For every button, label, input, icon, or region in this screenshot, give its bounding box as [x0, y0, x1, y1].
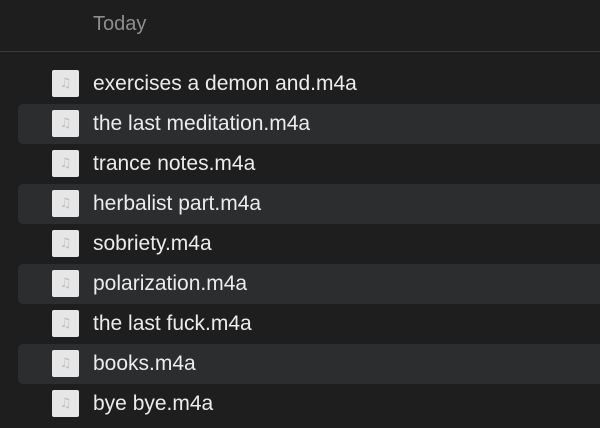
audio-file-icon: ♫	[52, 150, 79, 177]
file-name: herbalist part.m4a	[93, 192, 262, 215]
file-name: polarization.m4a	[93, 272, 248, 295]
file-name: the last fuck.m4a	[93, 312, 252, 335]
file-name: bye bye.m4a	[93, 392, 214, 415]
audio-file-icon: ♫	[52, 270, 79, 297]
file-name: sobriety.m4a	[93, 232, 212, 255]
audio-file-icon: ♫	[52, 390, 79, 417]
audio-file-icon: ♫	[52, 310, 79, 337]
file-row[interactable]: ♫ exercises a demon and.m4a	[0, 64, 600, 104]
file-row[interactable]: ♫ sobriety.m4a	[0, 224, 600, 264]
section-title: Today	[93, 13, 147, 35]
finder-window: Today ♫ exercises a demon and.m4a ♫ the …	[0, 0, 600, 428]
file-row[interactable]: ♫ books.m4a	[0, 344, 600, 384]
audio-file-icon: ♫	[52, 230, 79, 257]
audio-file-icon: ♫	[52, 110, 79, 137]
file-row[interactable]: ♫ herbalist part.m4a	[0, 184, 600, 224]
audio-file-icon: ♫	[52, 190, 79, 217]
file-list: ♫ exercises a demon and.m4a ♫ the last m…	[0, 64, 600, 424]
file-name: trance notes.m4a	[93, 152, 256, 175]
section-header: Today	[0, 0, 600, 52]
file-name: exercises a demon and.m4a	[93, 72, 357, 95]
audio-file-icon: ♫	[52, 70, 79, 97]
file-row[interactable]: ♫ the last meditation.m4a	[0, 104, 600, 144]
file-row[interactable]: ♫ polarization.m4a	[0, 264, 600, 304]
file-row[interactable]: ♫ bye bye.m4a	[0, 384, 600, 424]
file-name: books.m4a	[93, 352, 196, 375]
audio-file-icon: ♫	[52, 350, 79, 377]
file-row[interactable]: ♫ trance notes.m4a	[0, 144, 600, 184]
file-name: the last meditation.m4a	[93, 112, 311, 135]
file-row[interactable]: ♫ the last fuck.m4a	[0, 304, 600, 344]
